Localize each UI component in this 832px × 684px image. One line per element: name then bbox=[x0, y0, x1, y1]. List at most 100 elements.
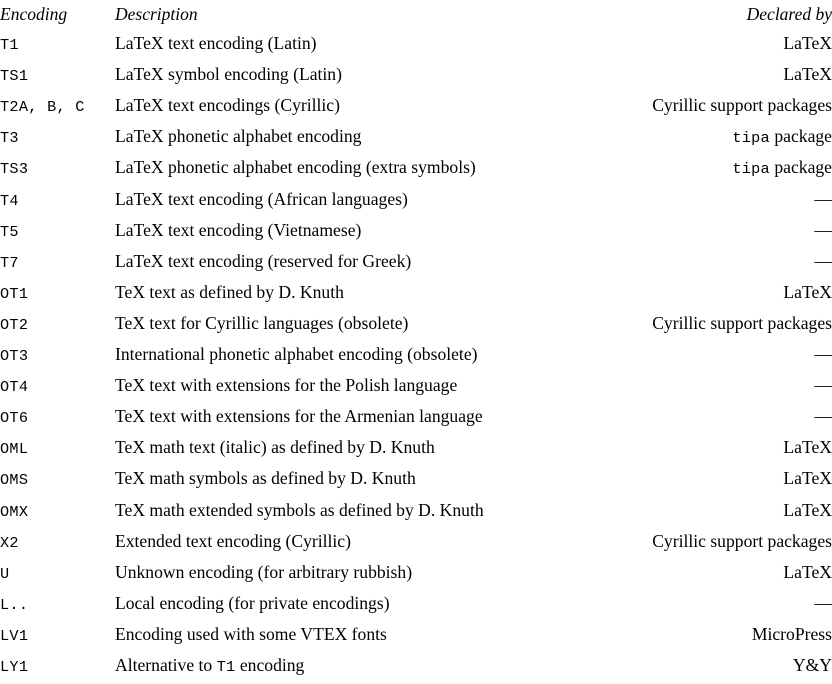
cell-encoding: LY1 bbox=[0, 657, 29, 676]
cell-declared-by: — bbox=[560, 340, 832, 371]
cell-declared-by: — bbox=[560, 185, 832, 216]
em-dash-placeholder: — bbox=[814, 250, 832, 271]
cell-encoding: T4 bbox=[0, 191, 19, 210]
cell-encoding: LV1 bbox=[0, 626, 29, 645]
em-dash-placeholder: — bbox=[814, 344, 832, 365]
cell-description: LaTeX text encoding (reserved for Greek) bbox=[115, 250, 412, 271]
cell-encoding: OMX bbox=[0, 502, 29, 521]
table-row: T2A, B, C LaTeX text encodings (Cyrillic)… bbox=[0, 91, 832, 122]
cell-declared-by: LaTeX bbox=[783, 64, 832, 85]
cell-description: TeX text with extensions for the Polish … bbox=[115, 375, 458, 396]
em-dash-placeholder: — bbox=[814, 592, 832, 613]
cell-description: TeX text for Cyrillic languages (obsolet… bbox=[115, 312, 409, 333]
table-row: T5 LaTeX text encoding (Vietnamese) — bbox=[0, 216, 832, 247]
cell-encoding: T7 bbox=[0, 253, 19, 272]
cell-description: LaTeX text encodings (Cyrillic) bbox=[115, 95, 340, 116]
description-code-fragment: T1 bbox=[216, 657, 236, 676]
table-body: T1 LaTeX text encoding (Latin) LaTeX TS1 LaT… bbox=[0, 29, 832, 682]
table-row: OMX TeX math extended symbols as defined … bbox=[0, 496, 832, 527]
cell-description: TeX text as defined by D. Knuth bbox=[115, 281, 344, 302]
table-row: OML TeX math text (italic) as defined by … bbox=[0, 433, 832, 464]
cell-description: Extended text encoding (Cyrillic) bbox=[115, 530, 351, 551]
cell-encoding: TS3 bbox=[0, 160, 29, 179]
cell-declared-by: Cyrillic support packages bbox=[652, 530, 832, 551]
table-row: LY1 Alternative to T1 encoding Y&Y bbox=[0, 651, 832, 682]
column-header-encoding: Encoding bbox=[0, 4, 68, 24]
em-dash-placeholder: — bbox=[814, 188, 832, 209]
cell-declared-by: LaTeX bbox=[783, 499, 832, 520]
cell-encoding: T2A, B, C bbox=[0, 98, 85, 117]
declared-by-package-suffix: package bbox=[769, 157, 832, 178]
cell-encoding: T1 bbox=[0, 36, 19, 55]
encoding-table-container: Encoding Description Declared by T1 LaTeX… bbox=[0, 0, 832, 684]
cell-description: LaTeX text encoding (Latin) bbox=[115, 33, 317, 54]
table-row: LV1 Encoding used with some VTEX fonts Mic… bbox=[0, 620, 832, 651]
table-row: T1 LaTeX text encoding (Latin) LaTeX bbox=[0, 29, 832, 60]
cell-declared-by: Cyrillic support packages bbox=[652, 312, 832, 333]
header-row: Encoding Description Declared by bbox=[0, 0, 832, 29]
cell-declared-by: MicroPress bbox=[751, 623, 832, 644]
cell-encoding: OT4 bbox=[0, 378, 29, 397]
table-row: TS3 LaTeX phonetic alphabet encoding (ext… bbox=[0, 153, 832, 184]
cell-encoding: OT2 bbox=[0, 315, 29, 334]
cell-declared-by: — bbox=[560, 216, 832, 247]
cell-description: TeX math extended symbols as defined by … bbox=[115, 499, 484, 520]
table-row: OT1 TeX text as defined by D. Knuth LaTeX bbox=[0, 278, 832, 309]
cell-declared-by: tipa package bbox=[560, 122, 832, 153]
table-row: OT2 TeX text for Cyrillic languages (obso… bbox=[0, 309, 832, 340]
table-row: OT4 TeX text with extensions for the Poli… bbox=[0, 371, 832, 402]
cell-encoding: OML bbox=[0, 440, 29, 459]
cell-description: TeX text with extensions for the Armenia… bbox=[115, 406, 483, 427]
cell-encoding: X2 bbox=[0, 533, 19, 552]
cell-encoding: OT1 bbox=[0, 284, 29, 303]
table-row: OT6 TeX text with extensions for the Arme… bbox=[0, 402, 832, 433]
cell-declared-by: Y&Y bbox=[792, 654, 832, 675]
cell-declared-by: LaTeX bbox=[783, 468, 832, 489]
cell-declared-by: tipa package bbox=[560, 153, 832, 184]
cell-description: LaTeX symbol encoding (Latin) bbox=[115, 64, 342, 85]
cell-description: Encoding used with some VTEX fonts bbox=[115, 623, 387, 644]
em-dash-placeholder: — bbox=[814, 406, 832, 427]
cell-declared-by: Cyrillic support packages bbox=[652, 95, 832, 116]
description-text-post: encoding bbox=[235, 654, 305, 675]
description-text-pre: Alternative to bbox=[115, 654, 217, 675]
cell-declared-by: — bbox=[560, 402, 832, 433]
em-dash-placeholder: — bbox=[814, 375, 832, 396]
table-row: TS1 LaTeX symbol encoding (Latin) LaTeX bbox=[0, 60, 832, 91]
cell-encoding: T5 bbox=[0, 222, 19, 241]
cell-declared-by: — bbox=[560, 247, 832, 278]
cell-encoding: TS1 bbox=[0, 67, 29, 86]
cell-description: Unknown encoding (for arbitrary rubbish) bbox=[115, 561, 413, 582]
cell-encoding: OT3 bbox=[0, 347, 29, 366]
cell-encoding: U bbox=[0, 564, 10, 583]
cell-declared-by: LaTeX bbox=[783, 561, 832, 582]
table-row: T7 LaTeX text encoding (reserved for Gree… bbox=[0, 247, 832, 278]
cell-description: Local encoding (for private encodings) bbox=[115, 592, 390, 613]
table-header: Encoding Description Declared by bbox=[0, 0, 832, 29]
table-row: T3 LaTeX phonetic alphabet encoding tipa p… bbox=[0, 122, 832, 153]
cell-encoding: T3 bbox=[0, 129, 19, 148]
table-row: L.. Local encoding (for private encodings… bbox=[0, 589, 832, 620]
cell-description: International phonetic alphabet encoding… bbox=[115, 344, 478, 365]
cell-encoding: OT6 bbox=[0, 409, 29, 428]
declared-by-package-suffix: package bbox=[769, 126, 832, 147]
table-row: T4 LaTeX text encoding (African languages… bbox=[0, 185, 832, 216]
em-dash-placeholder: — bbox=[814, 219, 832, 240]
cell-declared-by: — bbox=[560, 371, 832, 402]
cell-declared-by: LaTeX bbox=[783, 33, 832, 54]
table-row: OMS TeX math symbols as defined by D. Knu… bbox=[0, 464, 832, 495]
cell-description: LaTeX phonetic alphabet encoding bbox=[115, 126, 362, 147]
cell-declared-by: LaTeX bbox=[783, 437, 832, 458]
cell-description: LaTeX phonetic alphabet encoding (extra … bbox=[115, 157, 476, 178]
table-row: U Unknown encoding (for arbitrary rubbish… bbox=[0, 558, 832, 589]
table-row: X2 Extended text encoding (Cyrillic) Cyril… bbox=[0, 527, 832, 558]
cell-description: LaTeX text encoding (African languages) bbox=[115, 188, 408, 209]
cell-declared-by: — bbox=[560, 589, 832, 620]
cell-description: Alternative to T1 encoding bbox=[115, 651, 560, 682]
cell-encoding: OMS bbox=[0, 471, 29, 490]
cell-description: LaTeX text encoding (Vietnamese) bbox=[115, 219, 362, 240]
cell-declared-by: LaTeX bbox=[783, 281, 832, 302]
column-header-declared-by: Declared by bbox=[746, 4, 832, 24]
declared-by-package-name: tipa bbox=[732, 160, 770, 179]
cell-description: TeX math symbols as defined by D. Knuth bbox=[115, 468, 416, 489]
